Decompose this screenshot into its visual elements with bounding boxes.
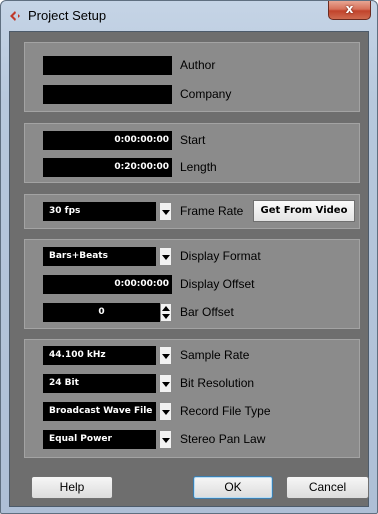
length-field[interactable]: 0:20:00:00 bbox=[43, 158, 172, 177]
sample-rate-dropdown-icon[interactable] bbox=[159, 346, 172, 365]
cubase-logo-icon bbox=[10, 11, 20, 21]
title-bar: Project Setup x bbox=[1, 1, 377, 31]
bit-resolution-select[interactable]: 24 Bit bbox=[43, 374, 156, 393]
frame-rate-label: Frame Rate bbox=[180, 204, 244, 218]
length-label: Length bbox=[180, 160, 217, 174]
record-file-type-dropdown-icon[interactable] bbox=[159, 402, 172, 421]
cancel-button[interactable]: Cancel bbox=[286, 476, 369, 499]
stereo-pan-law-dropdown-icon[interactable] bbox=[159, 430, 172, 449]
company-field[interactable] bbox=[43, 85, 172, 104]
display-offset-label: Display Offset bbox=[180, 277, 255, 291]
bar-offset-field[interactable]: 0 bbox=[43, 303, 160, 322]
display-format-label: Display Format bbox=[180, 249, 261, 263]
bit-resolution-label: Bit Resolution bbox=[180, 376, 255, 390]
bar-offset-label: Bar Offset bbox=[180, 305, 234, 319]
ok-button[interactable]: OK bbox=[193, 476, 273, 499]
stereo-pan-law-select[interactable]: Equal Power bbox=[43, 430, 156, 449]
help-button[interactable]: Help bbox=[31, 476, 113, 499]
author-label: Author bbox=[180, 58, 216, 72]
record-file-type-label: Record File Type bbox=[180, 404, 271, 418]
bit-resolution-dropdown-icon[interactable] bbox=[159, 374, 172, 393]
display-format-dropdown-icon[interactable] bbox=[159, 247, 172, 266]
frame-rate-select[interactable]: 30 fps bbox=[43, 202, 156, 221]
display-offset-field[interactable]: 0:00:00:00 bbox=[43, 275, 172, 294]
record-file-type-select[interactable]: Broadcast Wave File bbox=[43, 402, 156, 421]
start-label: Start bbox=[180, 133, 206, 147]
stereo-pan-law-label: Stereo Pan Law bbox=[180, 432, 266, 446]
spin-up-icon[interactable] bbox=[162, 306, 170, 311]
author-field[interactable] bbox=[43, 56, 172, 75]
close-icon: x bbox=[345, 2, 354, 16]
sample-rate-select[interactable]: 44.100 kHz bbox=[43, 346, 156, 365]
start-field[interactable]: 0:00:00:00 bbox=[43, 131, 172, 150]
spin-down-icon[interactable] bbox=[162, 314, 170, 319]
window-title: Project Setup bbox=[28, 8, 107, 23]
company-label: Company bbox=[180, 87, 232, 101]
close-button[interactable]: x bbox=[328, 1, 371, 20]
display-format-select[interactable]: Bars+Beats bbox=[43, 247, 156, 266]
bar-offset-spinner[interactable] bbox=[160, 303, 172, 322]
get-from-video-button[interactable]: Get From Video bbox=[253, 200, 355, 222]
frame-rate-dropdown-icon[interactable] bbox=[159, 202, 172, 221]
sample-rate-label: Sample Rate bbox=[180, 348, 250, 362]
